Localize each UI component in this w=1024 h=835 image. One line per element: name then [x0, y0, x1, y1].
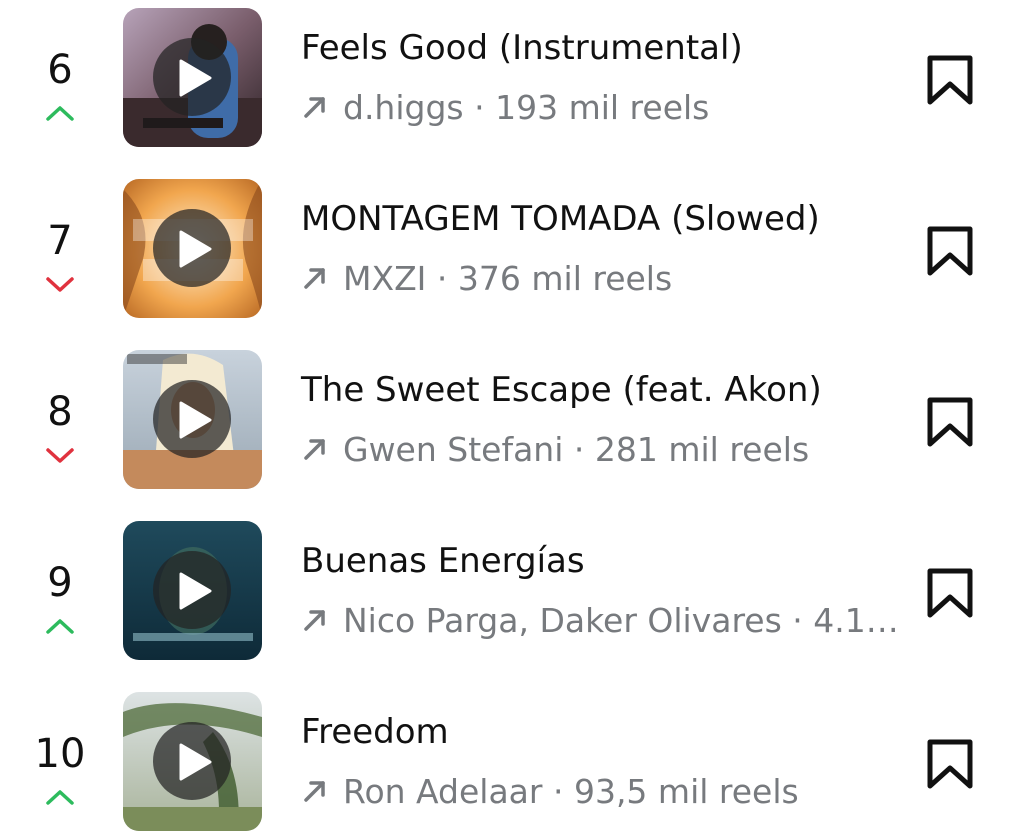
list-item[interactable]: 9 Buenas Energías Nico Parga, Daker Oliv… [0, 513, 1024, 684]
artist-name[interactable]: Gwen Stefani [343, 430, 563, 469]
reel-count: 376 mil reels [457, 259, 673, 298]
play-button[interactable] [153, 38, 231, 116]
track-subtitle: Ron Adelaar · 93,5 mil reels [301, 770, 901, 814]
reel-count: 193 mil reels [495, 88, 710, 127]
play-icon [179, 572, 212, 610]
track-subtitle: Nico Parga, Daker Olivares · 4.12... [301, 599, 901, 643]
artist-name[interactable]: MXZI [343, 259, 426, 298]
bookmark-icon[interactable] [925, 396, 975, 448]
play-icon [179, 59, 212, 97]
trend-up-icon [46, 790, 74, 805]
arrow-up-right-icon [304, 610, 325, 631]
play-icon [179, 743, 212, 781]
trending-audio-list: 6 Feels Good (Instrumental) d.higgs · 19… [0, 0, 1024, 835]
bookmark-icon[interactable] [925, 225, 975, 277]
list-item[interactable]: 7 MONTAGEM TOMADA (Slowed) MXZI · 376 mi… [0, 171, 1024, 342]
reel-count: 4.12... [813, 601, 901, 640]
play-button[interactable] [153, 380, 231, 458]
bookmark-icon[interactable] [925, 54, 975, 106]
trend-up-icon [46, 619, 74, 634]
rank-number: 9 [47, 560, 73, 606]
cover-art[interactable] [123, 179, 262, 318]
track-title[interactable]: Freedom [301, 710, 449, 754]
artist-name[interactable]: Ron Adelaar [343, 772, 542, 811]
separator: · [563, 430, 595, 469]
arrow-up-right-icon [304, 439, 325, 460]
trend-down-icon [46, 277, 74, 292]
reel-count: 281 mil reels [594, 430, 810, 469]
cover-art[interactable] [123, 692, 262, 831]
rank-number: 6 [47, 47, 73, 93]
play-button[interactable] [153, 551, 231, 629]
list-item[interactable]: 8 The Sweet Escape (feat. Akon) Gwen Ste… [0, 342, 1024, 513]
artist-name[interactable]: Nico Parga, Daker Olivares [343, 601, 782, 640]
bookmark-icon[interactable] [925, 567, 975, 619]
arrow-up-right-icon [304, 781, 325, 802]
artist-name[interactable]: d.higgs [343, 88, 464, 127]
track-subtitle: d.higgs · 193 mil reels [301, 86, 901, 130]
track-title[interactable]: The Sweet Escape (feat. Akon) [301, 368, 822, 412]
track-subtitle: MXZI · 376 mil reels [301, 257, 901, 301]
trend-down-icon [46, 448, 74, 463]
list-item[interactable]: 6 Feels Good (Instrumental) d.higgs · 19… [0, 0, 1024, 171]
rank-number: 7 [47, 218, 73, 264]
cover-art[interactable] [123, 8, 262, 147]
arrow-up-right-icon [304, 268, 325, 289]
play-icon [179, 230, 212, 268]
trend-up-icon [46, 106, 74, 121]
rank-number: 10 [34, 731, 86, 777]
arrow-up-right-icon [304, 97, 325, 118]
play-button[interactable] [153, 722, 231, 800]
track-title[interactable]: Feels Good (Instrumental) [301, 26, 743, 70]
reel-count: 93,5 mil reels [573, 772, 799, 811]
track-subtitle: Gwen Stefani · 281 mil reels [301, 428, 901, 472]
list-item[interactable]: 10 Freedom Ron Adelaar · 93,5 mil reels [0, 684, 1024, 835]
track-title[interactable]: MONTAGEM TOMADA (Slowed) [301, 197, 820, 241]
separator: · [463, 88, 496, 127]
track-title[interactable]: Buenas Energías [301, 539, 585, 583]
bookmark-icon[interactable] [925, 738, 975, 790]
rank-number: 8 [47, 389, 73, 435]
cover-art[interactable] [123, 521, 262, 660]
cover-art[interactable] [123, 350, 262, 489]
separator: · [426, 259, 458, 298]
play-button[interactable] [153, 209, 231, 287]
separator: · [542, 772, 574, 811]
separator: · [781, 601, 814, 640]
play-icon [179, 401, 212, 439]
